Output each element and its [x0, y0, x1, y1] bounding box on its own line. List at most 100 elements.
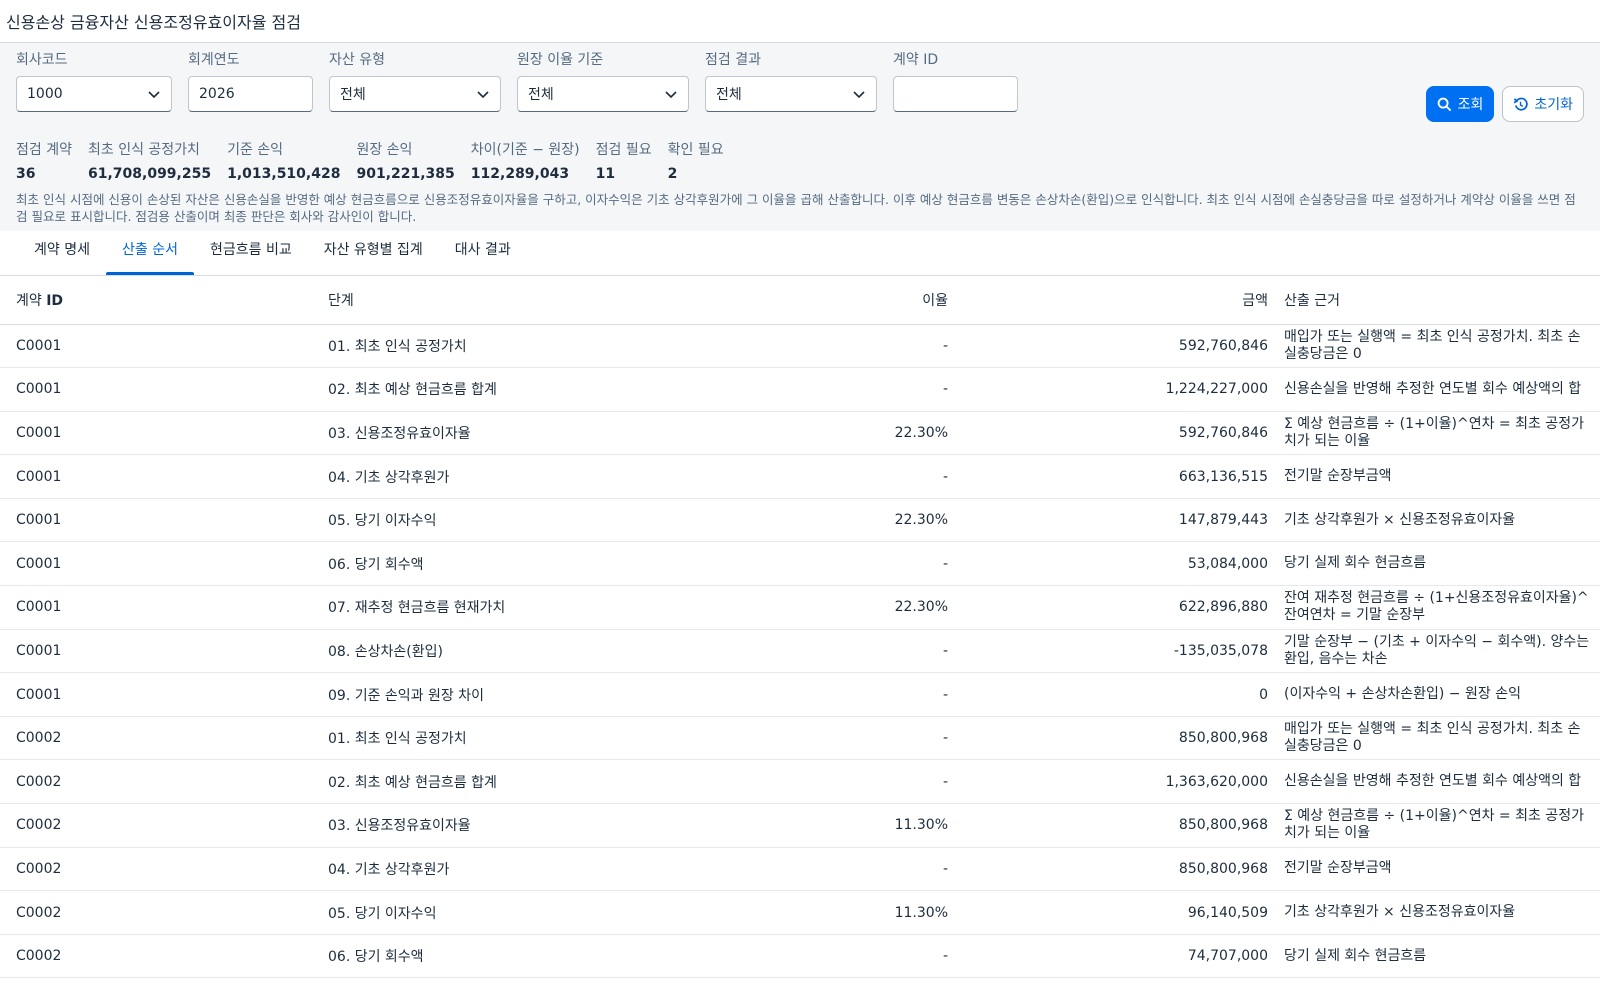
cell-contract-id: C0001 — [0, 367, 312, 412]
contract-id-input[interactable] — [893, 76, 1018, 112]
column-header-contract-id[interactable]: 계약 ID — [0, 276, 312, 325]
cell-amount: 1,363,620,000 — [964, 759, 1284, 805]
cell-basis: 당기 실제 회수 현금흐름 — [1284, 541, 1600, 587]
cell-step: 08. 손상차손(환입) — [312, 629, 644, 674]
cell-basis: 기초 상각후원가 × 신용조정유효이자율 — [1284, 890, 1600, 935]
table-row[interactable]: C0001 02. 최초 예상 현금흐름 합계 -1,224,227,000 신용손실… — [0, 367, 1600, 412]
chevron-down-icon — [477, 91, 489, 99]
tab-asset-type-summary[interactable]: 자산 유형별 집계 — [308, 231, 439, 275]
table-row[interactable]: C0002 06. 당기 회수액 -74,707,000 당기 실제 회수 현금흐름 — [0, 934, 1600, 979]
calculation-table: 계약 ID 단계 이율 금액 산출 근거 C0001 01. 최초 인식 공정가치… — [0, 276, 1600, 979]
table-row[interactable]: C0001 01. 최초 인식 공정가치 -592,760,846 매입가 또는 실행… — [0, 324, 1600, 369]
shell-bar: 신용손상 금융자산 신용조정유효이자율 점검 — [0, 0, 1600, 43]
cell-amount: 850,800,968 — [964, 716, 1284, 761]
kpi-label: 점검 필요 — [595, 142, 652, 158]
table-row[interactable]: C0001 09. 기준 손익과 원장 차이 -0 (이자수익 + 손상차손환입) −… — [0, 672, 1600, 717]
kpi-value: 61,708,099,255 — [87, 166, 212, 182]
table-row[interactable]: C0002 01. 최초 인식 공정가치 -850,800,968 매입가 또는 실행… — [0, 716, 1600, 761]
cell-step: 01. 최초 인식 공정가치 — [312, 716, 644, 761]
tab-contract-details[interactable]: 계약 명세 — [18, 231, 106, 275]
filter-company-code: 회사코드 1000 — [16, 51, 172, 112]
table-row[interactable]: C0001 03. 신용조정유효이자율 22.30% 592,760,846 Σ 예상 … — [0, 411, 1600, 456]
column-header-amount[interactable]: 금액 — [964, 276, 1284, 325]
table-row[interactable]: C0001 05. 당기 이자수익 22.30% 147,879,443 기초 상각후원… — [0, 498, 1600, 543]
cell-rate: - — [644, 716, 964, 761]
table-row[interactable]: C0001 04. 기초 상각후원가 -663,136,515 전기말 순장부금액 — [0, 454, 1600, 499]
reset-button[interactable]: 초기화 — [1502, 86, 1584, 122]
column-header-step[interactable]: 단계 — [312, 276, 644, 325]
fiscal-year-input[interactable]: 2026 — [188, 76, 313, 112]
cell-step: 02. 최초 예상 현금흐름 합계 — [312, 759, 644, 805]
cell-amount: 53,084,000 — [964, 541, 1284, 587]
cell-amount: 147,879,443 — [964, 498, 1284, 543]
cell-basis: 전기말 순장부금액 — [1284, 847, 1600, 892]
kpi-label: 점검 계약 — [16, 142, 72, 158]
cell-amount: -135,035,078 — [964, 629, 1284, 674]
asset-type-select[interactable]: 전체 — [329, 76, 501, 112]
tab-bar: 계약 명세 산출 순서 현금흐름 비교 자산 유형별 집계 대사 결과 — [0, 231, 1600, 276]
select-value: 전체 — [528, 87, 554, 103]
kpi-label: 차이(기준 − 원장) — [470, 142, 580, 158]
table-row[interactable]: C0002 05. 당기 이자수익 11.30% 96,140,509 기초 상각후원가… — [0, 890, 1600, 935]
table-row[interactable]: C0002 02. 최초 예상 현금흐름 합계 -1,363,620,000 신용손실… — [0, 759, 1600, 805]
table-row[interactable]: C0001 08. 손상차손(환입) - -135,035,078 기말 순장부 − (… — [0, 629, 1600, 674]
cell-step: 05. 당기 이자수익 — [312, 498, 644, 543]
search-icon — [1437, 97, 1451, 111]
select-value: 전체 — [340, 87, 366, 103]
cell-amount: 850,800,968 — [964, 803, 1284, 848]
filter-bar: 회사코드 1000 회계연도 2026 자산 유형 전체 원장 이율 기준 전체 — [16, 51, 1584, 124]
cell-contract-id: C0002 — [0, 716, 312, 761]
filter-label: 회사코드 — [16, 52, 68, 68]
table-row[interactable]: C0002 03. 신용조정유효이자율 11.30% 850,800,968 Σ 예상 … — [0, 803, 1600, 848]
ledger-rate-basis-select[interactable]: 전체 — [517, 76, 689, 112]
table-row[interactable]: C0001 06. 당기 회수액 -53,084,000 당기 실제 회수 현금흐름 — [0, 541, 1600, 587]
cell-contract-id: C0001 — [0, 585, 312, 630]
cell-amount: 622,896,880 — [964, 585, 1284, 630]
filter-contract-id: 계약 ID — [893, 51, 1018, 112]
chevron-down-icon — [853, 91, 865, 99]
column-header-basis[interactable]: 산출 근거 — [1284, 276, 1600, 325]
cell-basis: Σ 예상 현금흐름 ÷ (1+이율)^연차 = 최초 공정가치가 되는 이율 — [1284, 803, 1600, 848]
chevron-down-icon — [148, 91, 160, 99]
cell-basis: 신용손실을 반영해 추정한 연도별 회수 예상액의 합 — [1284, 759, 1600, 805]
cell-rate: - — [644, 847, 964, 892]
search-button[interactable]: 조회 — [1425, 86, 1495, 122]
cell-rate: 11.30% — [644, 803, 964, 848]
tab-reconciliation[interactable]: 대사 결과 — [439, 231, 527, 275]
cell-rate: 22.30% — [644, 585, 964, 630]
cell-contract-id: C0002 — [0, 803, 312, 848]
table-row[interactable]: C0002 04. 기초 상각후원가 -850,800,968 전기말 순장부금액 — [0, 847, 1600, 892]
filter-asset-type: 자산 유형 전체 — [329, 51, 501, 112]
column-header-rate[interactable]: 이율 — [644, 276, 964, 325]
cell-contract-id: C0001 — [0, 498, 312, 543]
kpi-needs-check: 점검 필요 11 — [596, 141, 652, 183]
cell-contract-id: C0002 — [0, 934, 312, 979]
filter-header: 회사코드 1000 회계연도 2026 자산 유형 전체 원장 이율 기준 전체 — [0, 43, 1600, 231]
cell-basis: Σ 예상 현금흐름 ÷ (1+이율)^연차 = 최초 공정가치가 되는 이율 — [1284, 411, 1600, 456]
cell-step: 06. 당기 회수액 — [312, 541, 644, 587]
tab-cashflow-comparison[interactable]: 현금흐름 비교 — [194, 231, 308, 275]
cell-rate: - — [644, 934, 964, 979]
kpi-label: 확인 필요 — [667, 142, 724, 158]
cell-amount: 96,140,509 — [964, 890, 1284, 935]
company-code-select[interactable]: 1000 — [16, 76, 172, 112]
cell-rate: - — [644, 324, 964, 369]
cell-contract-id: C0001 — [0, 454, 312, 499]
cell-contract-id: C0001 — [0, 411, 312, 456]
cell-contract-id: C0001 — [0, 541, 312, 587]
cell-amount: 0 — [964, 672, 1284, 717]
kpi-initial-fair-value: 최초 인식 공정가치 61,708,099,255 — [88, 141, 211, 183]
cell-basis: 기말 순장부 − (기초 + 이자수익 − 회수액). 양수는 환입, 음수는 … — [1284, 629, 1600, 674]
kpi-value: 1,013,510,428 — [227, 166, 341, 182]
tab-calculation-steps[interactable]: 산출 순서 — [105, 231, 194, 275]
kpi-value: 36 — [16, 166, 36, 182]
filter-actions: 조회 초기화 — [1418, 86, 1584, 122]
cell-step: 04. 기초 상각후원가 — [312, 847, 644, 892]
kpi-value: 11 — [595, 166, 616, 182]
cell-basis: 매입가 또는 실행액 = 최초 인식 공정가치. 최초 손실충당금은 0 — [1284, 716, 1600, 761]
cell-step: 03. 신용조정유효이자율 — [312, 803, 644, 848]
cell-step: 06. 당기 회수액 — [312, 934, 644, 979]
filter-label: 회계연도 — [188, 52, 240, 68]
table-row[interactable]: C0001 07. 재추정 현금흐름 현재가치 22.30% 622,896,880 잔… — [0, 585, 1600, 630]
check-result-select[interactable]: 전체 — [705, 76, 877, 112]
